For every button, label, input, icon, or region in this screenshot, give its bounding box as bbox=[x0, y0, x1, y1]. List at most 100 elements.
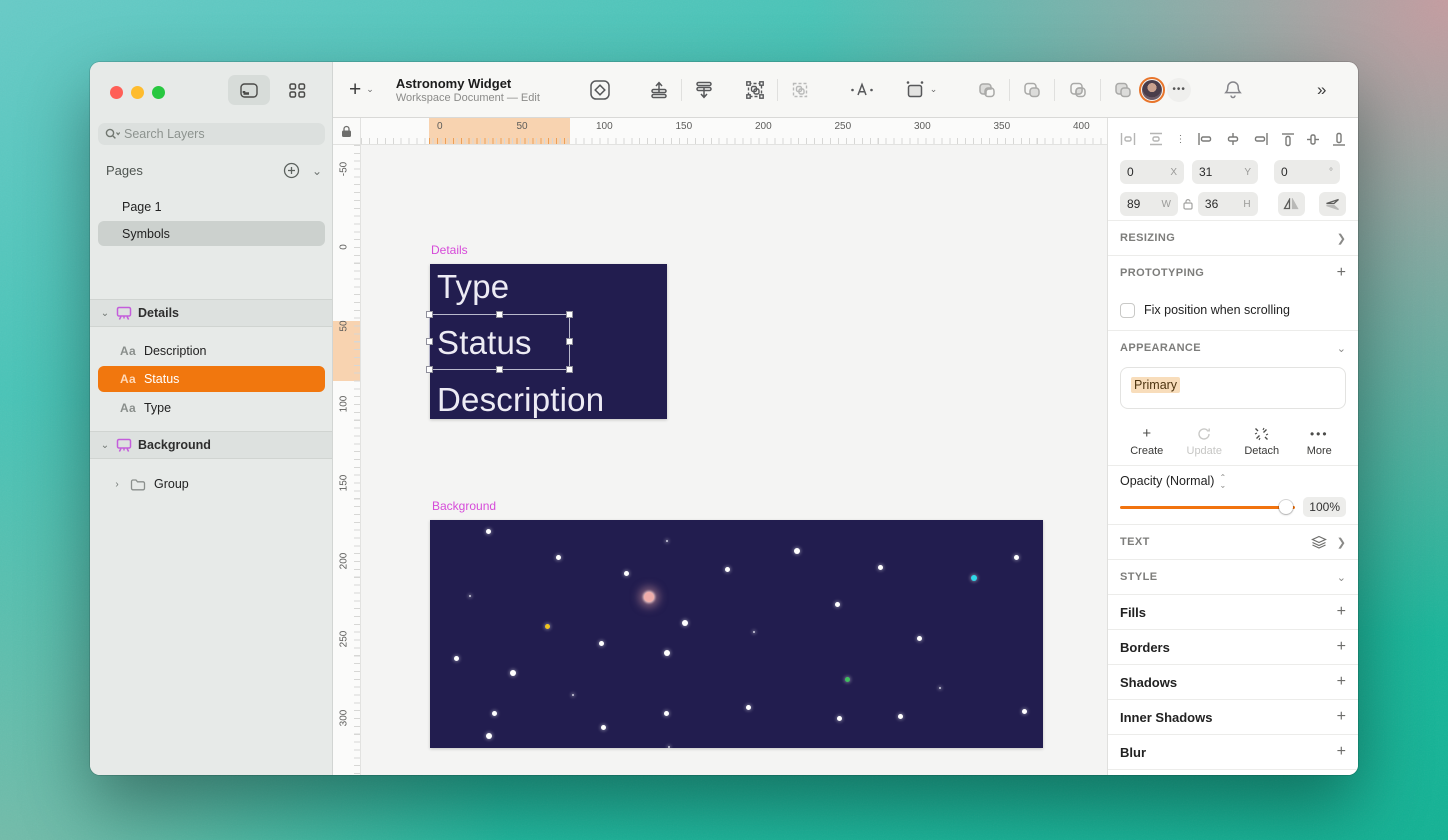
inner-shadows-row[interactable]: Inner Shadows + bbox=[1108, 700, 1358, 734]
search-layers-field[interactable] bbox=[98, 123, 325, 145]
fix-position-checkbox[interactable] bbox=[1120, 303, 1135, 318]
vertical-ruler[interactable]: -50050100150200250300 bbox=[333, 145, 361, 775]
blur-row[interactable]: Blur + bbox=[1108, 735, 1358, 769]
borders-row[interactable]: Borders + bbox=[1108, 630, 1358, 664]
distribute-vertically-icon[interactable] bbox=[1148, 132, 1164, 146]
chevron-down-icon[interactable]: ⌄ bbox=[100, 308, 110, 319]
layer-item-status[interactable]: Aa Status bbox=[98, 366, 325, 392]
more-button[interactable]: ••• More bbox=[1291, 417, 1349, 465]
document-title-block[interactable]: Astronomy Widget Workspace Document — Ed… bbox=[396, 76, 556, 104]
send-backward-button[interactable] bbox=[688, 75, 720, 105]
close-button[interactable] bbox=[110, 86, 123, 99]
add-page-icon[interactable] bbox=[283, 162, 300, 179]
resize-handle[interactable] bbox=[426, 311, 433, 318]
boolean-union-button[interactable] bbox=[971, 75, 1003, 105]
rotation-field[interactable]: 0 ° bbox=[1274, 160, 1340, 184]
create-symbol-button[interactable] bbox=[584, 75, 616, 105]
symbol-style-box[interactable]: Primary bbox=[1120, 367, 1346, 409]
appearance-section-header[interactable]: APPEARANCE ⌄ bbox=[1108, 331, 1358, 365]
user-avatar[interactable] bbox=[1139, 77, 1165, 103]
layer-item-group[interactable]: › Group bbox=[98, 471, 325, 497]
boolean-subtract-button[interactable] bbox=[1016, 75, 1048, 105]
width-field[interactable]: 89 W bbox=[1120, 192, 1178, 216]
resize-handle[interactable] bbox=[566, 366, 573, 373]
canvas[interactable]: 050100150200250300350400 -50050100150200… bbox=[333, 118, 1107, 775]
shape-tool-button[interactable]: ⌄ bbox=[899, 75, 943, 105]
resize-handle[interactable] bbox=[426, 338, 433, 345]
ungroup-button[interactable] bbox=[784, 75, 816, 105]
opacity-slider[interactable] bbox=[1120, 500, 1295, 514]
resize-handle[interactable] bbox=[496, 366, 503, 373]
height-field[interactable]: 36 H bbox=[1198, 192, 1258, 216]
layer-styles-stack-icon[interactable] bbox=[1311, 535, 1327, 549]
selection-bounding-box[interactable] bbox=[429, 314, 570, 370]
blend-mode-stepper-icon[interactable]: ⌃⌃ bbox=[1219, 474, 1226, 488]
layer-item-type[interactable]: Aa Type bbox=[98, 395, 325, 421]
artboard-title-details[interactable]: Details bbox=[431, 243, 468, 257]
lock-aspect-icon[interactable] bbox=[1183, 198, 1193, 210]
resizing-section-header[interactable]: RESIZING ❯ bbox=[1108, 221, 1358, 255]
resize-handle[interactable] bbox=[566, 311, 573, 318]
collapse-pages-icon[interactable]: ⌄ bbox=[312, 164, 322, 178]
resize-handle[interactable] bbox=[566, 338, 573, 345]
shadows-row[interactable]: Shadows + bbox=[1108, 665, 1358, 699]
search-input[interactable] bbox=[124, 127, 318, 141]
boolean-intersect-button[interactable] bbox=[1061, 75, 1093, 105]
resize-handle[interactable] bbox=[496, 311, 503, 318]
boolean-difference-button[interactable] bbox=[1107, 75, 1139, 105]
align-top-icon[interactable] bbox=[1281, 132, 1295, 147]
add-fill-icon[interactable]: + bbox=[1337, 603, 1346, 621]
components-view-button[interactable] bbox=[276, 75, 318, 105]
canvas-viewport[interactable]: Details Type Status Description bbox=[361, 145, 1107, 775]
create-button[interactable]: + Create bbox=[1118, 417, 1176, 465]
layer-item-description[interactable]: Aa Description bbox=[98, 338, 325, 364]
chevron-right-icon[interactable]: › bbox=[112, 479, 122, 490]
sidebar-item-page-1[interactable]: Page 1 bbox=[98, 194, 325, 219]
chevron-down-icon[interactable]: ⌄ bbox=[100, 440, 110, 451]
text-section-header[interactable]: TEXT ❯ bbox=[1108, 525, 1358, 559]
text-tool-button[interactable] bbox=[846, 75, 878, 105]
fills-row[interactable]: Fills + bbox=[1108, 595, 1358, 629]
layer-list-view-button[interactable] bbox=[228, 75, 270, 105]
minimize-button[interactable] bbox=[131, 86, 144, 99]
add-icon[interactable]: + bbox=[1337, 264, 1346, 282]
distribute-horizontally-icon[interactable] bbox=[1120, 132, 1136, 146]
artboard-background[interactable] bbox=[430, 520, 1043, 748]
horizontal-ruler[interactable]: 050100150200250300350400 bbox=[361, 118, 1107, 145]
flip-vertical-button[interactable] bbox=[1319, 192, 1346, 216]
toolbar-overflow-button[interactable]: » bbox=[1306, 75, 1338, 105]
zoom-button[interactable] bbox=[152, 86, 165, 99]
collaborators-more-button[interactable]: ••• bbox=[1167, 78, 1191, 102]
style-section-header[interactable]: STYLE ⌄ bbox=[1108, 560, 1358, 594]
opacity-slider-knob[interactable] bbox=[1279, 500, 1293, 514]
add-blur-icon[interactable]: + bbox=[1337, 743, 1346, 761]
prototyping-section-header[interactable]: PROTOTYPING + bbox=[1108, 256, 1358, 290]
bring-forward-button[interactable] bbox=[643, 75, 675, 105]
make-exportable-row[interactable]: MAKE EXPORTABLE + bbox=[1108, 770, 1358, 775]
align-right-icon[interactable] bbox=[1253, 132, 1269, 146]
sidebar-item-symbols[interactable]: Symbols bbox=[98, 221, 325, 246]
insert-button[interactable]: + ⌄ bbox=[349, 75, 374, 105]
align-bottom-icon[interactable] bbox=[1332, 132, 1346, 147]
detach-button[interactable]: Detach bbox=[1233, 417, 1291, 465]
add-shadow-icon[interactable]: + bbox=[1337, 673, 1346, 691]
align-center-vertical-icon[interactable] bbox=[1306, 132, 1320, 147]
add-border-icon[interactable]: + bbox=[1337, 638, 1346, 656]
text-layer-type[interactable]: Type bbox=[437, 268, 509, 306]
artboard-title-background[interactable]: Background bbox=[432, 499, 496, 513]
opacity-value-badge[interactable]: 100% bbox=[1303, 497, 1346, 517]
y-position-field[interactable]: 31 Y bbox=[1192, 160, 1258, 184]
x-position-field[interactable]: 0 X bbox=[1120, 160, 1184, 184]
group-button[interactable] bbox=[738, 75, 770, 105]
update-button[interactable]: Update bbox=[1176, 417, 1234, 465]
flip-horizontal-button[interactable] bbox=[1278, 192, 1305, 216]
align-center-horizontal-icon[interactable] bbox=[1225, 132, 1241, 146]
layer-group-background[interactable]: ⌄ Background bbox=[90, 431, 332, 459]
ruler-lock-corner[interactable] bbox=[333, 118, 361, 145]
add-inner-shadow-icon[interactable]: + bbox=[1337, 708, 1346, 726]
notifications-button[interactable] bbox=[1217, 75, 1249, 105]
text-layer-description[interactable]: Description bbox=[437, 381, 604, 419]
layer-group-details[interactable]: ⌄ Details bbox=[90, 299, 332, 327]
align-left-icon[interactable] bbox=[1197, 132, 1213, 146]
resize-handle[interactable] bbox=[426, 366, 433, 373]
